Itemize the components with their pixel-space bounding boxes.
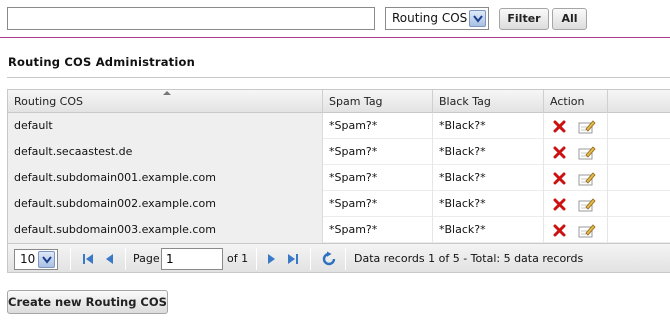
column-header-action: Action bbox=[544, 90, 608, 113]
column-header-label: Routing COS bbox=[14, 95, 83, 108]
header-divider bbox=[0, 37, 670, 38]
cos-type-select[interactable]: Routing COS bbox=[385, 7, 489, 30]
table-row[interactable]: default.subdomain002.example.com *Spam?*… bbox=[8, 191, 670, 217]
chevron-down-icon[interactable] bbox=[38, 251, 55, 268]
cell-black-tag: *Black?* bbox=[433, 191, 544, 217]
page-count-label: of 1 bbox=[227, 252, 249, 265]
previous-page-icon[interactable] bbox=[102, 251, 118, 267]
delete-icon[interactable] bbox=[553, 172, 566, 185]
cell-action bbox=[544, 113, 608, 139]
sort-ascending-icon bbox=[163, 91, 171, 95]
chevron-down-icon[interactable] bbox=[469, 10, 486, 27]
next-page-icon[interactable] bbox=[263, 251, 279, 267]
toolbar-separator bbox=[310, 248, 311, 270]
refresh-icon[interactable] bbox=[321, 251, 337, 267]
cell-spam-tag: *Spam?* bbox=[323, 139, 433, 165]
cell-routing-cos: default.subdomain002.example.com bbox=[8, 191, 323, 217]
filter-button[interactable]: Filter bbox=[499, 8, 549, 30]
toolbar-separator bbox=[345, 248, 346, 270]
cell-spam-tag: *Spam?* bbox=[323, 113, 433, 139]
cell-action bbox=[544, 165, 608, 191]
column-header-label: Action bbox=[550, 95, 585, 108]
first-page-icon[interactable] bbox=[80, 251, 96, 267]
cos-type-select-value: Routing COS bbox=[392, 11, 468, 25]
edit-icon[interactable] bbox=[578, 171, 596, 186]
toolbar-separator bbox=[125, 248, 126, 270]
column-header-filler bbox=[608, 90, 670, 113]
routing-cos-table: Routing COS Spam Tag Black Tag Action de… bbox=[7, 89, 670, 273]
last-page-icon[interactable] bbox=[285, 251, 301, 267]
edit-icon[interactable] bbox=[578, 223, 596, 238]
records-summary: Data records 1 of 5 - Total: 5 data reco… bbox=[354, 252, 584, 265]
table-header: Routing COS Spam Tag Black Tag Action bbox=[8, 89, 670, 113]
column-header-black-tag[interactable]: Black Tag bbox=[433, 90, 544, 113]
cell-routing-cos: default.secaastest.de bbox=[8, 139, 323, 165]
cell-spam-tag: *Spam?* bbox=[323, 165, 433, 191]
page-label: Page bbox=[133, 252, 160, 265]
cell-routing-cos: default.subdomain001.example.com bbox=[8, 165, 323, 191]
cell-spam-tag: *Spam?* bbox=[323, 217, 433, 243]
table-row[interactable]: default.subdomain003.example.com *Spam?*… bbox=[8, 217, 670, 243]
table-row[interactable]: default.subdomain001.example.com *Spam?*… bbox=[8, 165, 670, 191]
title-divider bbox=[7, 77, 670, 78]
column-header-routing-cos[interactable]: Routing COS bbox=[8, 90, 323, 113]
delete-icon[interactable] bbox=[553, 120, 566, 133]
page-title: Routing COS Administration bbox=[8, 55, 195, 69]
delete-icon[interactable] bbox=[553, 224, 566, 237]
search-input[interactable] bbox=[7, 7, 375, 30]
column-header-spam-tag[interactable]: Spam Tag bbox=[323, 90, 433, 113]
column-header-label: Spam Tag bbox=[329, 95, 383, 108]
cell-black-tag: *Black?* bbox=[433, 113, 544, 139]
edit-icon[interactable] bbox=[578, 145, 596, 160]
cell-routing-cos: default bbox=[8, 113, 323, 139]
cell-black-tag: *Black?* bbox=[433, 139, 544, 165]
table-row[interactable]: default *Spam?* *Black?* bbox=[8, 113, 670, 139]
cell-spam-tag: *Spam?* bbox=[323, 191, 433, 217]
cell-black-tag: *Black?* bbox=[433, 165, 544, 191]
page-number-input[interactable] bbox=[161, 248, 223, 270]
page-size-value: 10 bbox=[20, 252, 36, 266]
filter-bar: Routing COS Filter All bbox=[0, 0, 670, 38]
toolbar-separator bbox=[256, 248, 257, 270]
cell-black-tag: *Black?* bbox=[433, 217, 544, 243]
edit-icon[interactable] bbox=[578, 119, 596, 134]
cell-action bbox=[544, 191, 608, 217]
toolbar-separator bbox=[70, 248, 71, 270]
delete-icon[interactable] bbox=[553, 146, 566, 159]
cell-action bbox=[544, 139, 608, 165]
column-header-label: Black Tag bbox=[439, 95, 491, 108]
page-size-select[interactable]: 10 bbox=[14, 249, 58, 270]
cell-routing-cos: default.subdomain003.example.com bbox=[8, 217, 323, 243]
pagination-toolbar: 10 Page of 1 Data records 1 of 5 - Total… bbox=[8, 243, 670, 273]
create-routing-cos-button[interactable]: Create new Routing COS bbox=[7, 290, 168, 314]
edit-icon[interactable] bbox=[578, 197, 596, 212]
delete-icon[interactable] bbox=[553, 198, 566, 211]
all-button[interactable]: All bbox=[552, 8, 587, 30]
cell-action bbox=[544, 217, 608, 243]
table-row[interactable]: default.secaastest.de *Spam?* *Black?* bbox=[8, 139, 670, 165]
